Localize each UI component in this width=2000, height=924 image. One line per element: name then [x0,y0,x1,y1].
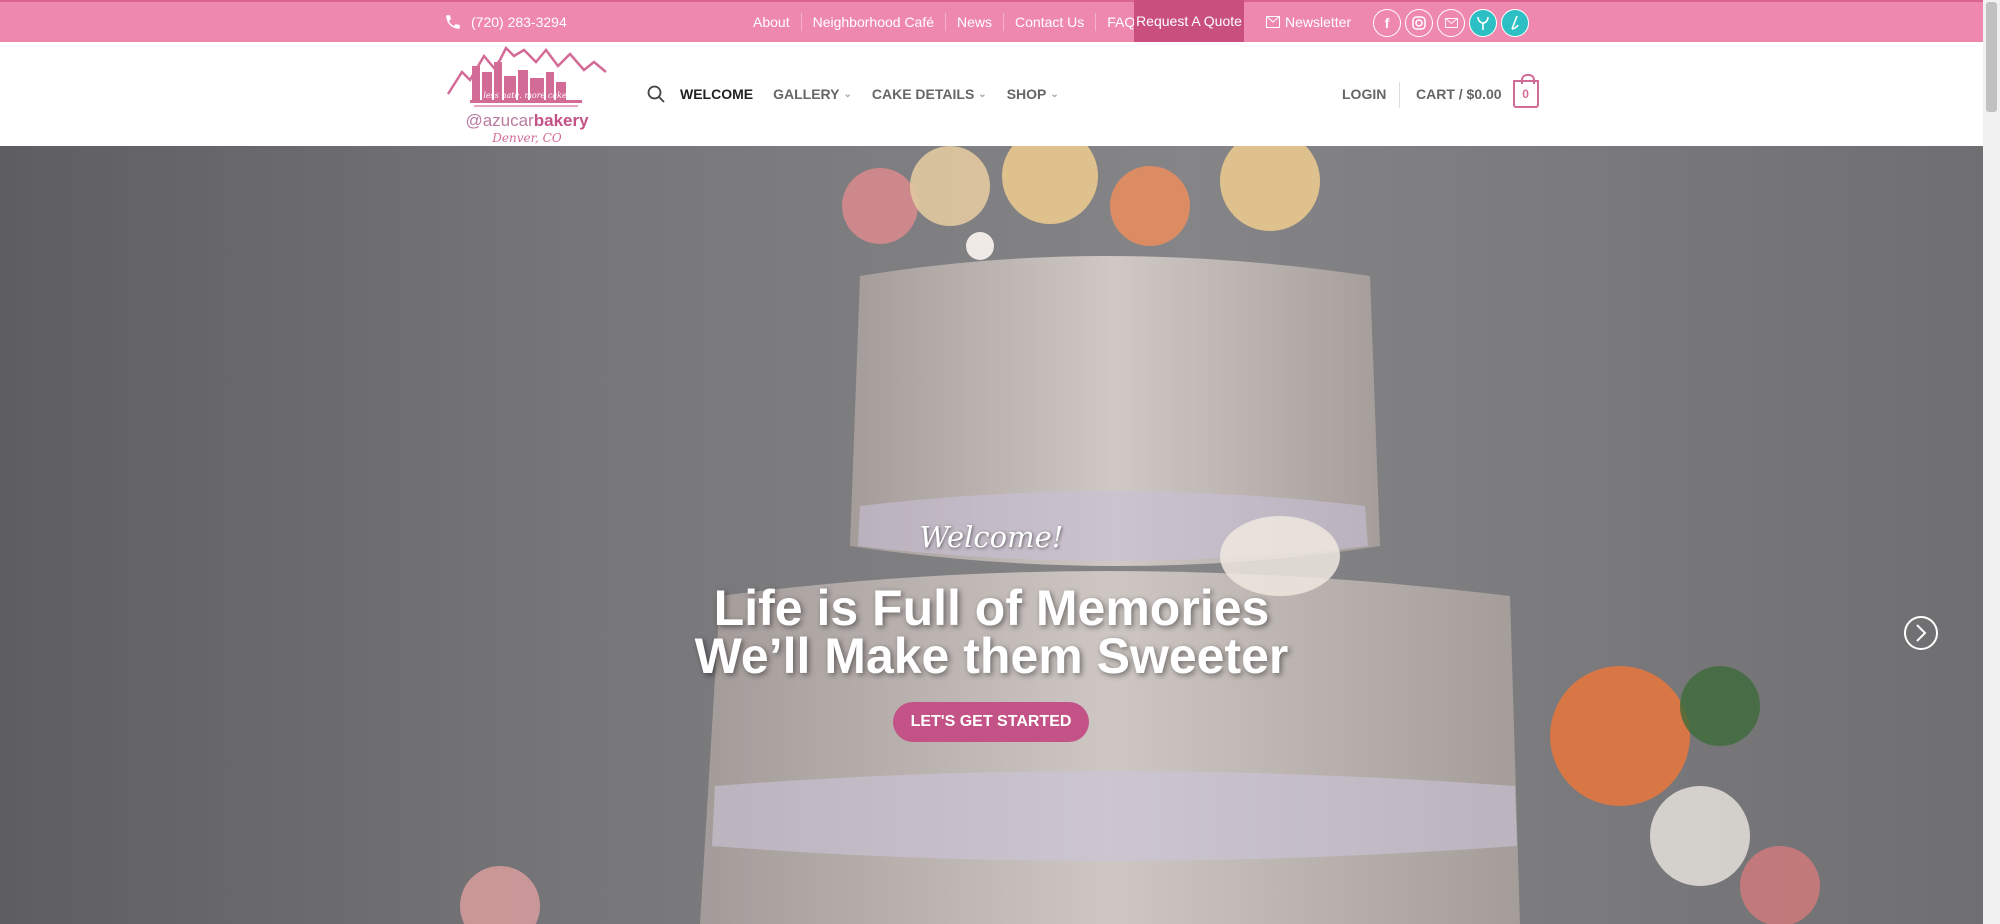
search-button[interactable] [647,85,665,103]
nav-gallery[interactable]: GALLERY ⌄ [773,86,852,102]
hero-slider: Welcome! Life is Full of Memories We’ll … [0,146,1983,924]
search-icon [647,85,665,103]
logo-name-prefix: @azucar [465,111,534,130]
newsletter-link[interactable]: Newsletter [1266,2,1351,42]
phone-link[interactable]: (720) 283-3294 [444,2,567,42]
main-nav: WELCOME GALLERY ⌄ CAKE DETAILS ⌄ SHOP ⌄ [647,42,1079,146]
top-link-about[interactable]: About [742,13,801,31]
instagram-icon[interactable] [1405,9,1433,37]
slider-next-button[interactable] [1904,616,1938,650]
login-link[interactable]: LOGIN [1342,42,1386,146]
top-link-news[interactable]: News [945,13,1003,31]
newsletter-label: Newsletter [1285,14,1352,30]
social-links: f [1373,9,1529,37]
top-bar: (720) 283-3294 About Neighborhood Café N… [0,0,1983,42]
facebook-icon[interactable]: f [1373,9,1401,37]
phone-number: (720) 283-3294 [471,14,567,30]
envelope-icon [1266,16,1280,28]
chevron-down-icon: ⌄ [1050,88,1059,100]
top-link-contact-us[interactable]: Contact Us [1003,13,1095,31]
hero-headline-line1: Life is Full of Memories [713,580,1270,636]
logo-name-main: bakery [533,111,589,130]
email-icon[interactable] [1437,9,1465,37]
tripadvisor-icon[interactable] [1469,9,1497,37]
chevron-down-icon: ⌄ [843,88,852,100]
yelp-icon[interactable] [1501,9,1529,37]
logo-tagline: less hate. more cake [483,91,567,100]
get-started-button[interactable]: LET'S GET STARTED [893,702,1089,742]
nav-cake-details[interactable]: CAKE DETAILS ⌄ [872,86,987,102]
nav-gallery-label: GALLERY [773,86,840,102]
nav-shop[interactable]: SHOP ⌄ [1007,86,1059,102]
chevron-down-icon: ⌄ [978,88,987,100]
scrollbar-thumb[interactable] [1986,2,1997,112]
phone-icon [446,15,460,29]
chevron-right-icon [1916,624,1927,642]
page-scrollbar[interactable] [1983,0,2000,924]
cart-link[interactable]: CART / $0.00 0 [1416,42,1539,146]
nav-welcome[interactable]: WELCOME [680,86,753,102]
hero-headline-line2: We’ll Make them Sweeter [694,628,1289,684]
nav-shop-label: SHOP [1006,86,1047,102]
hero-headline: Life is Full of Memories We’ll Make them… [0,580,1983,684]
header-divider [1399,82,1400,108]
cart-count-badge: 0 [1512,74,1539,108]
main-header: less hate. more cake @azucarbakery Denve… [0,42,1983,146]
request-quote-button[interactable]: Request A Quote [1134,0,1244,42]
hero-welcome-script: Welcome! [919,520,1064,554]
logo-location: Denver, CO [492,131,562,145]
site-logo[interactable]: less hate. more cake @azucarbakery Denve… [444,42,610,146]
cart-label: CART / $0.00 [1416,86,1502,102]
top-link-neighborhood-cafe[interactable]: Neighborhood Café [800,13,945,31]
nav-cake-details-label: CAKE DETAILS [871,86,975,102]
